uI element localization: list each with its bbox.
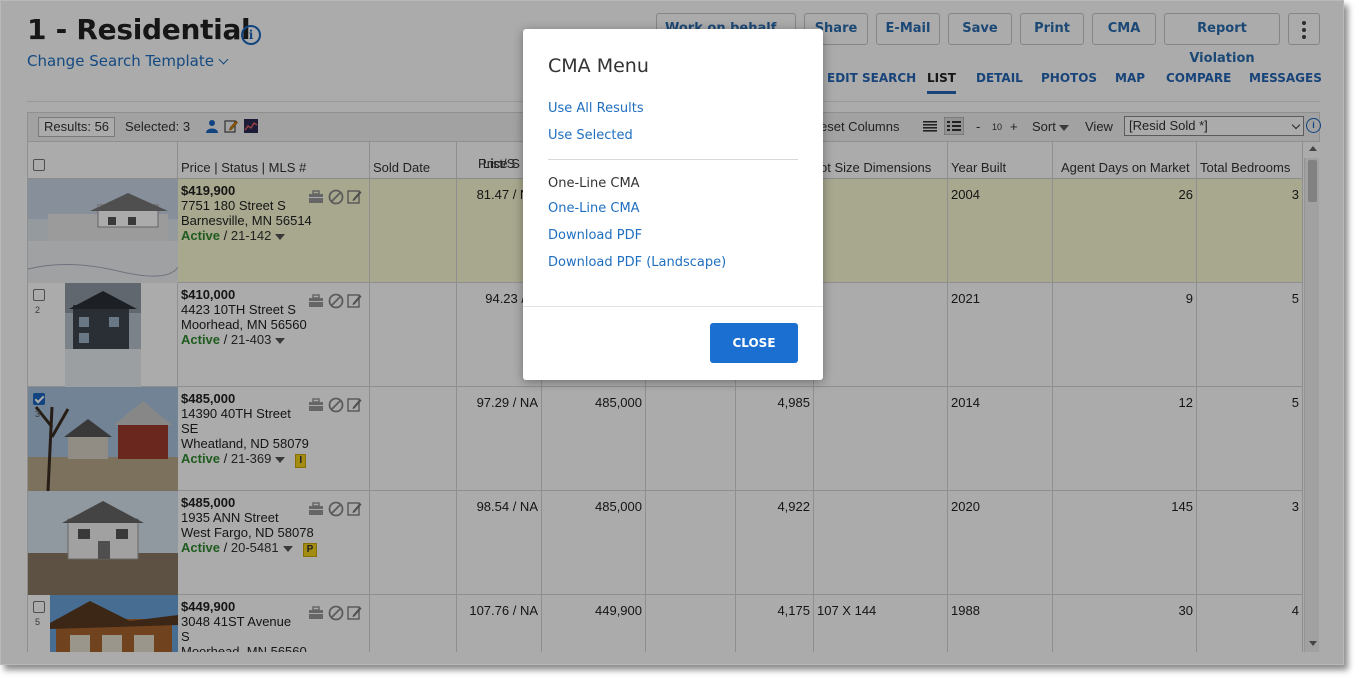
download-pdf-link[interactable]: Download PDF [548,228,642,243]
app-window: 1 - Residential i Change Search Template… [0,0,1344,665]
use-selected-link[interactable]: Use Selected [548,128,633,143]
dialog-footer-divider [523,306,823,307]
cma-menu-dialog: CMA Menu Use All Results Use Selected On… [523,29,823,380]
use-all-results-link[interactable]: Use All Results [548,101,644,116]
one-line-cma-link[interactable]: One-Line CMA [548,201,640,216]
close-button[interactable]: CLOSE [710,323,798,363]
dialog-divider [548,159,798,160]
download-pdf-landscape-link[interactable]: Download PDF (Landscape) [548,255,726,270]
section-heading: One-Line CMA [548,176,640,191]
dialog-title: CMA Menu [548,55,649,77]
